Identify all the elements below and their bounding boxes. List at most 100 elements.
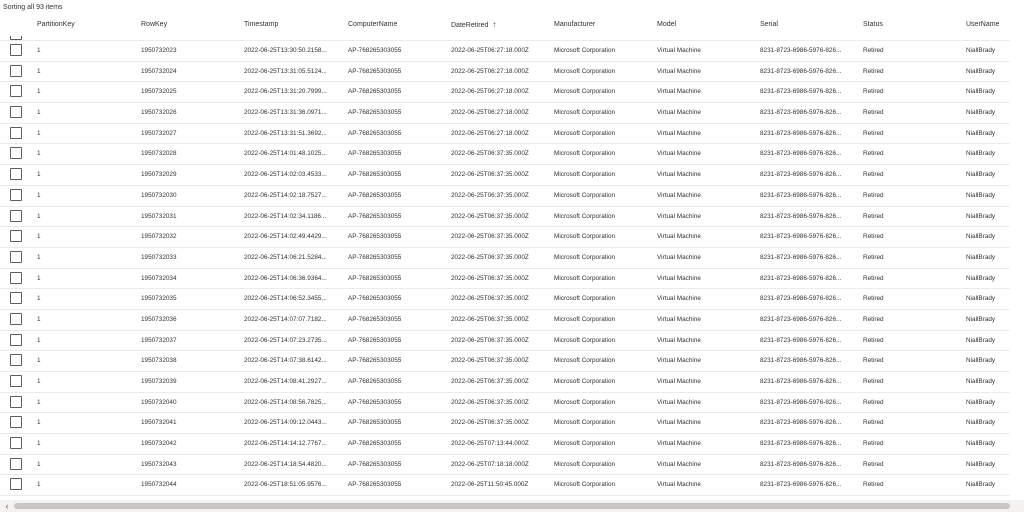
row-checkbox[interactable] [10,106,22,119]
manufacturer-cell: Microsoft Corporation [554,253,616,261]
table-row[interactable]: 1 1950732040 2022-06-25T14:08:56.7825... AP… [0,393,1010,414]
column-header-dateretired[interactable]: DateRetired ↑ [451,14,547,36]
rowkey-cell: 1950732028 [141,150,177,158]
partitionkey-cell: 1 [37,315,41,323]
column-header-status[interactable]: Status [863,14,959,36]
table-row[interactable]: 1 1950732029 2022-06-25T14:02:03.4533... AP… [0,165,1010,186]
manufacturer-cell: Microsoft Corporation [554,274,616,282]
table-row[interactable]: 1 1950732027 2022-06-25T13:31:51.3692... AP… [0,124,1010,145]
row-checkbox[interactable] [10,147,22,160]
row-checkbox[interactable] [10,416,22,429]
column-header-serial[interactable]: Serial [760,14,856,36]
partitionkey-cell: 1 [37,212,41,220]
scrollbar-thumb[interactable] [14,503,1010,509]
serial-cell: 8231-8723-6986-5976-826... [760,295,842,303]
table-row[interactable]: 1 1950732032 2022-06-25T14:02:49.4429... AP… [0,227,1010,248]
model-cell: Virtual Machine [657,67,701,75]
username-cell: NiallBrady [966,419,996,427]
dateretired-cell: 2022-06-25T06:37:35.000Z [451,233,529,241]
dateretired-cell: 2022-06-25T06:27:18.000Z [451,67,529,75]
scroll-left-icon[interactable]: ‹ [2,500,12,512]
manufacturer-cell: Microsoft Corporation [554,233,616,241]
computername-cell: AP-768265303055 [348,67,402,75]
row-checkbox[interactable] [10,375,22,387]
rowkey-cell: 1950732030 [141,191,177,199]
row-checkbox[interactable] [10,354,22,367]
row-checkbox[interactable] [10,188,22,201]
rowkey-cell: 1950732032 [141,233,177,241]
table-row[interactable]: 1 1950732044 2022-06-25T18:51:05.9576... AP… [0,475,1010,496]
row-checkbox[interactable] [10,312,22,325]
row-checkbox[interactable] [10,271,22,284]
username-cell: NiallBrady [966,212,996,220]
dateretired-cell: 2022-06-25T06:37:35.000Z [451,378,529,385]
table-row[interactable]: 1 1950732041 2022-06-25T14:09:12.0443... AP… [0,413,1010,435]
row-checkbox[interactable] [10,395,22,408]
status-cell: Retired [863,47,884,54]
table-row[interactable]: 1 1950732030 2022-06-25T14:02:18.7527... AP… [0,186,1010,207]
table-row[interactable]: 1 1950732023 2022-06-25T13:30:50.2158... AP… [0,41,1010,62]
horizontal-scrollbar[interactable]: ‹ [0,500,1024,512]
status-cell: Retired [863,233,884,241]
table-row[interactable]: 1 1950732025 2022-06-25T13:31:20.7999... AP… [0,82,1010,104]
column-header-partitionkey[interactable]: PartitionKey [37,14,127,36]
table-row[interactable]: 1 1950732038 2022-06-25T14:07:38.6142... AP… [0,351,1010,372]
table-row[interactable]: 1 1950732036 2022-06-25T14:07:07.7182... AP… [0,310,1010,331]
row-checkbox[interactable] [10,457,22,470]
rowkey-cell: 1950732035 [141,295,177,303]
column-header-model[interactable]: Model [657,14,753,36]
timestamp-cell: 2022-06-25T14:18:54.4820... [244,460,327,468]
row-checkbox[interactable] [10,250,22,263]
model-cell: Virtual Machine [657,274,701,282]
computername-cell: AP-768265303055 [348,419,402,427]
timestamp-cell: 2022-06-25T13:31:05.5124... [244,67,327,75]
table-row[interactable]: 1 1950732037 2022-06-25T14:07:23.2735... AP… [0,331,1010,352]
row-checkbox[interactable] [10,478,22,491]
table-row[interactable]: 1 1950732031 2022-06-25T14:02:34.1186... AP… [0,207,1010,228]
row-checkbox[interactable] [10,126,22,139]
row-checkbox[interactable] [10,230,22,243]
partitionkey-cell: 1 [37,129,41,137]
rowkey-cell: 1950732039 [141,378,177,385]
username-cell: NiallBrady [966,295,996,303]
table-row[interactable]: 1 1950732042 2022-06-25T14:14:12.7767... AP… [0,434,1010,455]
row-checkbox[interactable] [10,333,22,346]
rowkey-cell: 1950732043 [141,460,177,468]
table-row[interactable]: 1 1950732034 2022-06-25T14:06:36.9364... AP… [0,269,1010,290]
dateretired-cell: 2022-06-25T06:37:35.000Z [451,315,529,323]
table-row[interactable]: 1 1950732039 2022-06-25T14:08:41.2927... AP… [0,372,1010,393]
row-checkbox[interactable] [10,209,22,222]
column-header-username[interactable]: UserName [966,14,1010,36]
computername-cell: AP-768265303055 [348,295,402,303]
timestamp-cell: 2022-06-25T14:08:56.7825... [244,398,327,406]
computername-cell: AP-768265303055 [348,212,402,220]
column-header-manufacturer[interactable]: Manufacturer [554,14,650,36]
column-header-rowkey[interactable]: RowKey [141,14,236,36]
serial-cell: 8231-8723-6986-5976-826... [760,212,842,220]
row-checkbox[interactable] [10,36,22,40]
table-row[interactable]: 1 1950732028 2022-06-25T14:01:48.1025... AP… [0,144,1010,166]
row-checkbox[interactable] [10,64,22,77]
table-row[interactable]: 1 1950732035 2022-06-25T14:06:52.3455... AP… [0,289,1010,310]
model-cell: Virtual Machine [657,191,701,199]
timestamp-cell: 2022-06-25T13:30:50.2158... [244,47,327,54]
model-cell: Virtual Machine [657,233,701,241]
row-checkbox[interactable] [10,292,22,305]
manufacturer-cell: Microsoft Corporation [554,295,616,303]
row-checkbox[interactable] [10,437,22,450]
column-header-timestamp[interactable]: Timestamp [244,14,340,36]
rowkey-cell: 1950732033 [141,253,177,261]
column-header-computername[interactable]: ComputerName [348,14,444,36]
row-checkbox[interactable] [10,85,22,98]
model-cell: Virtual Machine [657,295,701,303]
row-checkbox[interactable] [10,168,22,181]
table-row[interactable]: 1 1950732043 2022-06-25T14:18:54.4820... AP… [0,455,1010,476]
status-cell: Retired [863,336,884,344]
status-cell: Retired [863,440,884,448]
rowkey-cell: 1950732036 [141,315,177,323]
table-row[interactable]: 1 1950732033 2022-06-25T14:06:21.5284... AP… [0,248,1010,269]
computername-cell: AP-768265303055 [348,233,402,241]
table-row[interactable]: 1 1950732026 2022-06-25T13:31:36.0971... AP… [0,103,1010,124]
table-row[interactable]: 1 1950732024 2022-06-25T13:31:05.5124... AP… [0,62,1010,83]
row-checkbox[interactable] [10,44,22,56]
